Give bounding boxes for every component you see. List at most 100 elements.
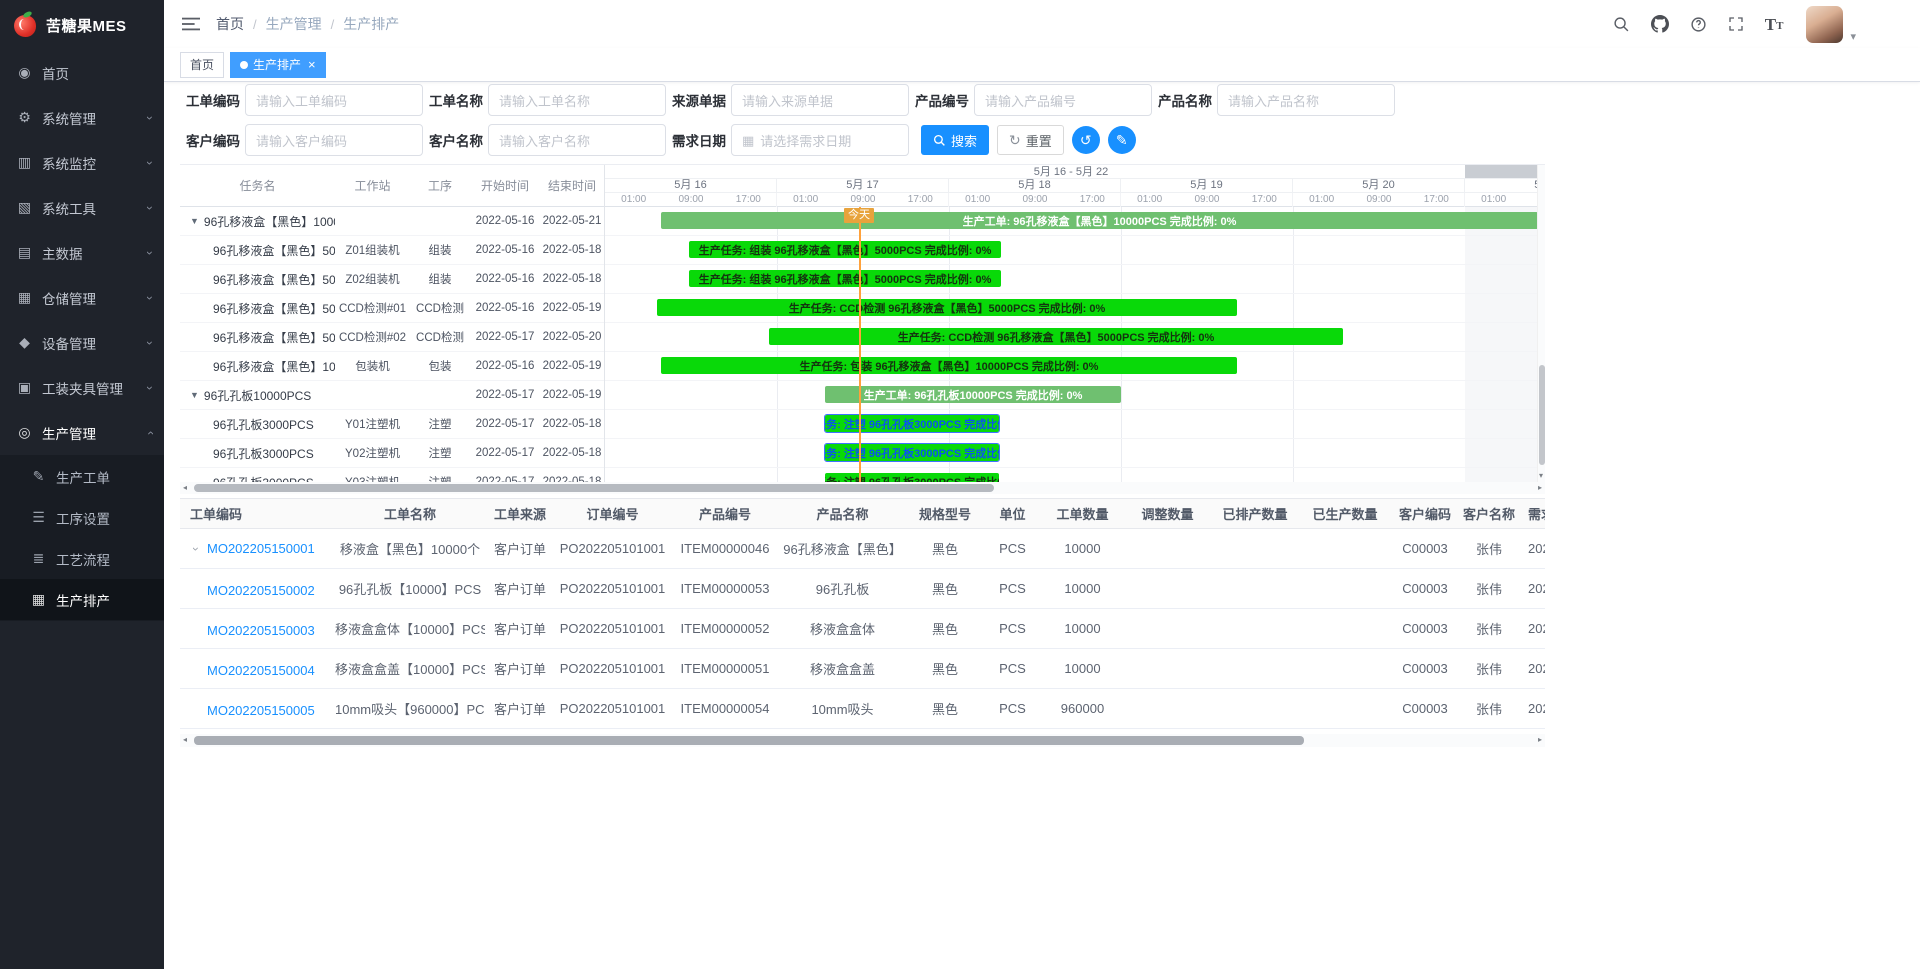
gantt-task-bar[interactable]: 生产任务: 注塑 96孔孔板3000PCS 完成比例: 0%	[825, 444, 999, 461]
gantt-task-bar[interactable]: 生产任务: CCD检测 96孔移液盒【黑色】5000PCS 完成比例: 0%	[657, 299, 1237, 316]
breadcrumb-item-production[interactable]: 生产管理	[266, 14, 322, 34]
sync-schedule-button[interactable]: ↺	[1072, 126, 1100, 154]
sidebar-item-master-data[interactable]: ▤主数据›	[0, 230, 164, 275]
sidebar-item-fixture-management[interactable]: ▣工装夹具管理›	[0, 365, 164, 410]
filter-input-product-name[interactable]: 请输入产品名称	[1217, 84, 1395, 116]
gantt-bar-label: 生产任务: 包装 96孔移液盒【黑色】10000PCS 完成比例: 0%	[800, 358, 1099, 374]
gantt-vertical-scrollbar[interactable]: ▾	[1537, 165, 1545, 482]
filter-input-customer-code[interactable]: 请输入客户编码	[245, 124, 423, 156]
gantt-task-row[interactable]: 96孔移液盒【黑色】5000PCSZ01组装机组装2022-05-162022-…	[180, 236, 604, 265]
collapse-icon[interactable]: ▼	[190, 390, 199, 400]
help-icon[interactable]	[1690, 16, 1707, 33]
filter-field-order-code: 工单编码请输入工单编码	[186, 84, 423, 116]
orders-cell: MO202205150004	[180, 649, 335, 689]
gantt-task-row[interactable]: 96孔孔板3000PCSY01注塑机注塑2022-05-172022-05-18	[180, 410, 604, 439]
gantt-task-bar[interactable]: 生产任务: 包装 96孔移液盒【黑色】10000PCS 完成比例: 0%	[661, 357, 1237, 374]
scroll-left-icon[interactable]: ◂	[183, 734, 187, 746]
scroll-left-icon[interactable]: ◂	[183, 482, 187, 494]
gantt-task-row[interactable]: 96孔移液盒【黑色】5000PCSCCD检测#01CCD检测2022-05-16…	[180, 294, 604, 323]
gantt-task-row[interactable]: 96孔移液盒【黑色】5000PCSCCD检测#02CCD检测2022-05-17…	[180, 323, 604, 352]
orders-cell: 客户订单	[485, 569, 555, 609]
order-code-link[interactable]: MO202205150003	[207, 623, 315, 638]
breadcrumb-item-home[interactable]: 首页	[216, 14, 244, 34]
task-cell: Y02注塑机	[335, 445, 410, 461]
font-size-icon[interactable]: TT	[1765, 16, 1784, 33]
search-icon[interactable]	[1613, 16, 1630, 33]
tab-home[interactable]: 首页	[180, 52, 224, 78]
filter-input-customer-name[interactable]: 请输入客户名称	[488, 124, 666, 156]
sidebar-item-system-monitor[interactable]: ▥系统监控›	[0, 140, 164, 185]
gantt-task-bar[interactable]: 生产任务: CCD检测 96孔移液盒【黑色】5000PCS 完成比例: 0%	[769, 328, 1343, 345]
gantt-task-row[interactable]: 96孔移液盒【黑色】5000PCSZ02组装机组装2022-05-162022-…	[180, 265, 604, 294]
sidebar-item-process-setting[interactable]: ☰工序设置	[0, 497, 164, 538]
gantt-task-row[interactable]: 96孔孔板3000PCSY03注塑机注塑2022-05-172022-05-18	[180, 468, 604, 483]
edit-schedule-button[interactable]: ✎	[1108, 126, 1136, 154]
filter-input-demand-date[interactable]: ▦请选择需求日期	[731, 124, 909, 156]
order-code-link[interactable]: MO202205150004	[207, 663, 315, 678]
scrollbar-thumb[interactable]	[194, 484, 994, 492]
close-icon[interactable]: ×	[308, 58, 316, 71]
sidebar-item-production-scheduling[interactable]: ▦生产排产	[0, 579, 164, 620]
order-code-link[interactable]: MO202205150001	[207, 541, 315, 556]
order-code-cell: MO202205150002	[190, 583, 315, 598]
task-name: 96孔移液盒【黑色】5000PCS	[213, 300, 335, 317]
scrollbar-thumb[interactable]	[194, 736, 1304, 745]
reset-button[interactable]: ↻ 重置	[997, 125, 1064, 155]
filter-label: 客户名称	[429, 130, 483, 150]
scroll-down-icon[interactable]: ▾	[1539, 470, 1543, 482]
orders-table-row: MO20220515000510mm吸头【960000】PCS客户订单PO202…	[180, 689, 1545, 729]
gantt-task-row[interactable]: 96孔孔板3000PCSY02注塑机注塑2022-05-172022-05-18	[180, 439, 604, 468]
filter-input-source-doc[interactable]: 请输入来源单据	[731, 84, 909, 116]
sidebar-item-production-order[interactable]: ✎生产工单	[0, 456, 164, 497]
tab-production-scheduling[interactable]: 生产排产 ×	[230, 52, 326, 78]
timeline-day-label: 5月 16	[605, 179, 777, 192]
filter-input-order-code[interactable]: 请输入工单编码	[245, 84, 423, 116]
gantt-horizontal-scrollbar[interactable]: ◂ ▸	[180, 482, 1545, 494]
order-code-link[interactable]: MO202205150002	[207, 583, 315, 598]
gantt-task-row[interactable]: ▼96孔移液盒【黑色】10000PCS2022-05-162022-05-21	[180, 207, 604, 236]
menu-item-label: 生产管理	[42, 423, 148, 443]
chevron-up-icon: ›	[143, 431, 157, 435]
gantt-task-row[interactable]: ▼96孔孔板10000PCS2022-05-172022-05-19	[180, 381, 604, 410]
menu-item-label: 首页	[42, 63, 152, 83]
gantt-task-bar[interactable]: 生产任务: 组装 96孔移液盒【黑色】5000PCS 完成比例: 0%	[689, 270, 1001, 287]
search-button[interactable]: 搜索	[921, 125, 989, 155]
search-button-label: 搜索	[951, 131, 977, 150]
scroll-right-icon[interactable]: ▸	[1538, 482, 1542, 494]
github-icon[interactable]	[1651, 15, 1669, 33]
sidebar-item-home[interactable]: ◉首页	[0, 50, 164, 95]
orders-table-row: ›MO202205150001移液盒【黑色】10000个客户订单PO202205…	[180, 529, 1545, 569]
user-avatar[interactable]	[1806, 6, 1843, 43]
sidebar-item-process-flow[interactable]: ≣工艺流程	[0, 538, 164, 579]
order-code-link[interactable]: MO202205150005	[207, 703, 315, 718]
filter-input-product-code[interactable]: 请输入产品编号	[974, 84, 1152, 116]
sidebar-item-equipment-management[interactable]: ◆设备管理›	[0, 320, 164, 365]
gantt-timeline: 5月 16 - 5月 22 5月 165月 175月 185月 195月 205…	[604, 165, 1537, 482]
orders-cell: 张伟	[1460, 689, 1518, 729]
orders-horizontal-scrollbar[interactable]: ◂ ▸	[180, 734, 1545, 747]
sidebar-item-production-management[interactable]: ◎生产管理›	[0, 410, 164, 455]
sidebar-item-system-tools[interactable]: ▧系统工具›	[0, 185, 164, 230]
orders-column-header: 产品编号	[670, 499, 780, 529]
scrollbar-thumb[interactable]	[1539, 365, 1545, 465]
filter-actions: 搜索 ↻ 重置 ↺ ✎	[921, 125, 1136, 155]
expand-row-icon[interactable]: ›	[189, 543, 203, 555]
sidebar-item-system-management[interactable]: ⚙系统管理›	[0, 95, 164, 140]
gantt-task-bar[interactable]: 生产任务: 组装 96孔移液盒【黑色】5000PCS 完成比例: 0%	[689, 241, 1001, 258]
gantt-task-bar[interactable]: 生产任务: 注塑 96孔孔板3000PCS 完成比例: 0%	[825, 415, 999, 432]
orders-cell: 张伟	[1460, 529, 1518, 569]
gantt-order-bar[interactable]: 生产工单: 96孔孔板10000PCS 完成比例: 0%	[825, 386, 1121, 403]
menu-item-label: 工序设置	[56, 508, 164, 528]
gantt-task-bar[interactable]: 生产任务: 注塑 96孔孔板3000PCS 完成比例: 0%	[825, 473, 999, 482]
gantt-task-row[interactable]: 96孔移液盒【黑色】10000PCS包装机包装2022-05-162022-05…	[180, 352, 604, 381]
orders-cell	[1300, 649, 1390, 689]
collapse-icon[interactable]: ▼	[190, 216, 199, 226]
sidebar-toggle-icon[interactable]	[182, 16, 200, 32]
filter-input-order-name[interactable]: 请输入工单名称	[488, 84, 666, 116]
fullscreen-icon[interactable]	[1728, 16, 1744, 32]
gantt-order-bar[interactable]: 生产工单: 96孔移液盒【黑色】10000PCS 完成比例: 0%	[661, 212, 1537, 229]
scroll-right-icon[interactable]: ▸	[1538, 734, 1542, 746]
app-logo[interactable]: 苦糖果MES	[0, 0, 164, 50]
sidebar-item-warehouse-management[interactable]: ▦仓储管理›	[0, 275, 164, 320]
orders-cell: 张伟	[1460, 649, 1518, 689]
